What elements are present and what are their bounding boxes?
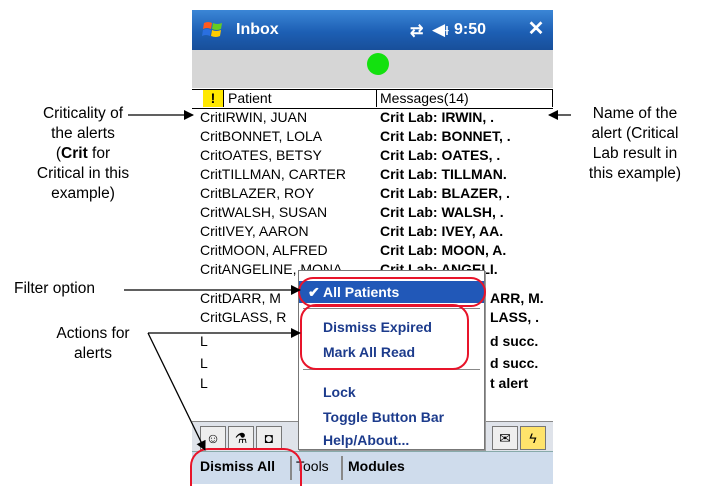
annotation-arrows xyxy=(124,110,571,451)
arrow-actions-dismiss xyxy=(147,332,206,451)
